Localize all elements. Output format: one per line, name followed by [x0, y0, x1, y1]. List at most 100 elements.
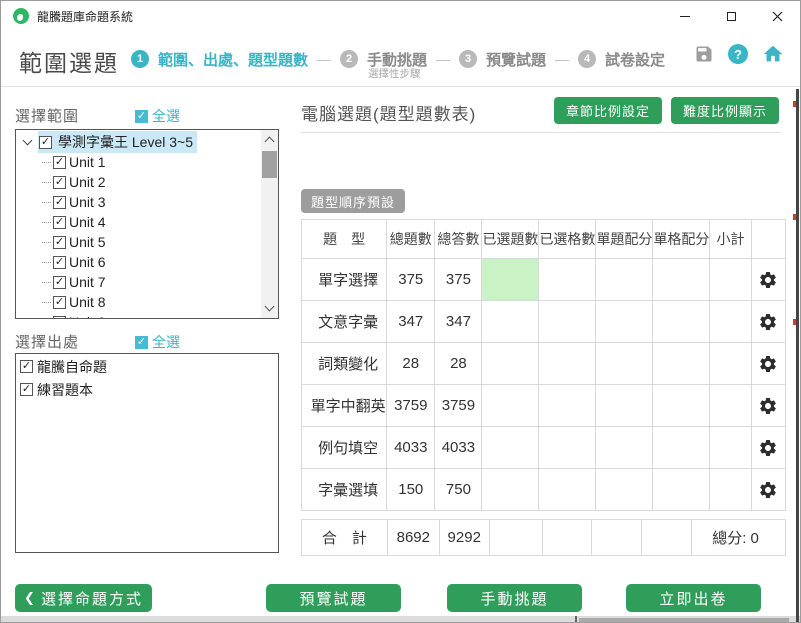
tree-scrollbar[interactable] [261, 130, 278, 318]
save-icon[interactable] [694, 44, 714, 64]
selected-blanks-cell[interactable] [539, 301, 596, 343]
list-item[interactable]: ✓ 練習題本 [16, 379, 278, 400]
tree-item-unit[interactable]: ✓Unit 1 [16, 152, 278, 172]
selected-blanks-cell[interactable] [539, 343, 596, 385]
step-3-badge[interactable]: 3 [459, 50, 477, 68]
minimize-button[interactable] [662, 1, 708, 31]
list-item[interactable]: ✓ 龍騰自命題 [16, 356, 278, 377]
scroll-up-icon[interactable] [265, 137, 275, 147]
tree-item-unit[interactable]: ✓Unit 7 [16, 272, 278, 292]
points-per-question-cell[interactable] [596, 343, 653, 385]
points-per-question-cell[interactable] [596, 469, 653, 511]
gear-icon[interactable] [758, 354, 778, 374]
selected-blanks-cell[interactable] [539, 385, 596, 427]
generate-exam-button[interactable]: 立即出卷 [626, 584, 761, 612]
unit-checkbox[interactable]: ✓ [53, 156, 66, 169]
help-icon[interactable]: ? [728, 44, 748, 64]
manual-pick-button[interactable]: 手動挑題 [447, 584, 582, 612]
points-per-blank-cell[interactable] [653, 259, 710, 301]
unit-checkbox[interactable]: ✓ [53, 276, 66, 289]
source-checkbox[interactable]: ✓ [20, 383, 33, 396]
unit-label: Unit 8 [69, 294, 106, 310]
selected-questions-cell[interactable] [482, 259, 539, 301]
selected-blanks-cell[interactable] [539, 427, 596, 469]
unit-checkbox[interactable]: ✓ [53, 316, 66, 320]
range-select-all[interactable]: ✓ 全選 [135, 106, 180, 126]
difficulty-ratio-button[interactable]: 難度比例顯示 [671, 97, 779, 124]
step-4-badge[interactable]: 4 [578, 50, 596, 68]
minimize-icon [680, 16, 690, 17]
points-per-blank-cell[interactable] [653, 301, 710, 343]
step-4-label[interactable]: 試卷設定 [605, 49, 665, 70]
selected-questions-cell[interactable] [482, 385, 539, 427]
scrollbar-thumb[interactable] [262, 151, 277, 178]
tree-item-unit[interactable]: ✓Unit 9 [16, 312, 278, 319]
gear-icon[interactable] [758, 396, 778, 416]
gear-icon[interactable] [758, 438, 778, 458]
unit-checkbox[interactable]: ✓ [53, 256, 66, 269]
points-per-blank-cell[interactable] [653, 343, 710, 385]
total-answers-cell: 4033 [435, 427, 482, 469]
selected-questions-cell[interactable] [482, 469, 539, 511]
points-per-blank-cell[interactable] [653, 385, 710, 427]
points-per-question-cell[interactable] [596, 385, 653, 427]
col-header: 題 型 [302, 220, 387, 259]
points-per-blank-cell[interactable] [653, 469, 710, 511]
table-row: 單字選擇 375 375 [302, 259, 786, 301]
check-icon: ✓ [137, 111, 146, 122]
row-settings-cell[interactable] [751, 259, 785, 301]
unit-checkbox[interactable]: ✓ [53, 236, 66, 249]
tree-item-unit[interactable]: ✓Unit 4 [16, 212, 278, 232]
chapter-ratio-button[interactable]: 章節比例設定 [554, 97, 662, 124]
unit-checkbox[interactable]: ✓ [53, 296, 66, 309]
tree-item-unit[interactable]: ✓Unit 5 [16, 232, 278, 252]
row-settings-cell[interactable] [751, 469, 785, 511]
step-3-label[interactable]: 預覽試題 [486, 49, 546, 70]
points-per-question-cell[interactable] [596, 301, 653, 343]
source-checkbox[interactable]: ✓ [20, 360, 33, 373]
row-settings-cell[interactable] [751, 343, 785, 385]
unit-checkbox[interactable]: ✓ [53, 176, 66, 189]
preview-questions-button[interactable]: 預覽試題 [266, 584, 401, 612]
gear-icon[interactable] [758, 312, 778, 332]
tree-root-item[interactable]: ✓ 學測字彙王 Level 3~5 [16, 132, 278, 152]
tree-root-selection[interactable]: ✓ 學測字彙王 Level 3~5 [38, 131, 197, 153]
tree-item-unit[interactable]: ✓Unit 8 [16, 292, 278, 312]
points-per-question-cell[interactable] [596, 427, 653, 469]
source-select-all[interactable]: ✓ 全選 [135, 332, 180, 352]
totals-row: 合 計 8692 9292 總分: 0 [302, 520, 786, 556]
tree-item-unit[interactable]: ✓Unit 6 [16, 252, 278, 272]
gear-icon[interactable] [758, 480, 778, 500]
unit-checkbox[interactable]: ✓ [53, 196, 66, 209]
unit-checkbox[interactable]: ✓ [53, 216, 66, 229]
subtotal-cell [710, 301, 751, 343]
tree-item-unit[interactable]: ✓Unit 3 [16, 192, 278, 212]
selected-blanks-cell[interactable] [539, 469, 596, 511]
gear-icon[interactable] [758, 270, 778, 290]
maximize-button[interactable] [708, 1, 754, 31]
order-preset-button[interactable]: 題型順序預設 [301, 189, 405, 213]
page-title: 範圍選題 [19, 44, 119, 78]
step-2-badge[interactable]: 2 [340, 50, 358, 68]
selected-questions-cell[interactable] [482, 301, 539, 343]
scroll-down-icon[interactable] [265, 302, 275, 312]
row-settings-cell[interactable] [751, 427, 785, 469]
selected-questions-cell[interactable] [482, 343, 539, 385]
range-select-all-checkbox[interactable]: ✓ [135, 110, 148, 123]
selected-blanks-cell[interactable] [539, 259, 596, 301]
row-settings-cell[interactable] [751, 385, 785, 427]
home-icon[interactable] [762, 43, 784, 65]
selected-questions-cell[interactable] [482, 427, 539, 469]
back-button[interactable]: ❮ 選擇命題方式 [15, 584, 152, 612]
points-per-question-cell[interactable] [596, 259, 653, 301]
points-per-blank-cell[interactable] [653, 427, 710, 469]
subtotal-cell [710, 259, 751, 301]
step-1-label[interactable]: 範圍、出處、題型題數 [158, 49, 308, 70]
source-select-all-checkbox[interactable]: ✓ [135, 336, 148, 349]
row-settings-cell[interactable] [751, 301, 785, 343]
tree-root-checkbox[interactable]: ✓ [39, 136, 52, 149]
chevron-down-icon[interactable] [23, 135, 33, 145]
tree-item-unit[interactable]: ✓Unit 2 [16, 172, 278, 192]
close-button[interactable] [754, 1, 800, 31]
step-1-badge[interactable]: 1 [131, 50, 149, 68]
